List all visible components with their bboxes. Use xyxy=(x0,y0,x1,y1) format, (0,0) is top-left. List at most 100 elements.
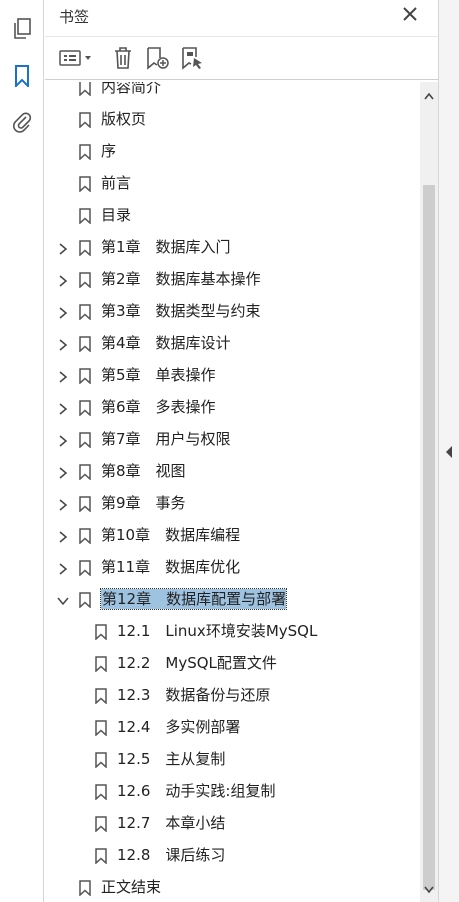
bookmark-item[interactable]: 第7章 用户与权限 xyxy=(45,424,419,456)
bookmark-selection-icon[interactable] xyxy=(179,45,207,71)
attachment-icon[interactable] xyxy=(10,110,34,134)
chevron-right-icon[interactable] xyxy=(56,465,70,479)
chevron-right-icon[interactable] xyxy=(56,529,70,543)
chevron-right-icon[interactable] xyxy=(56,401,70,415)
bookmark-item[interactable]: 第11章 数据库优化 xyxy=(45,552,419,584)
bookmark-label[interactable]: 12.1 Linux环境安装MySQL xyxy=(117,621,317,641)
panel-collapse-strip[interactable] xyxy=(438,0,459,902)
bookmark-subitem[interactable]: 12.7 本章小结 xyxy=(45,808,419,840)
chevron-right-icon[interactable] xyxy=(56,369,70,383)
close-icon[interactable] xyxy=(400,4,420,24)
bookmark-label[interactable]: 序 xyxy=(101,141,116,161)
bookmark-subitem[interactable]: 12.1 Linux环境安装MySQL xyxy=(45,616,419,648)
bookmark-label[interactable]: 12.7 本章小结 xyxy=(117,813,225,833)
bookmark-item[interactable]: 第6章 多表操作 xyxy=(45,392,419,424)
bookmark-subitem[interactable]: 12.6 动手实践:组复制 xyxy=(45,776,419,808)
bookmark-label[interactable]: 12.8 课后练习 xyxy=(117,845,225,865)
bookmark-label[interactable]: 第10章 数据库编程 xyxy=(101,525,240,545)
bookmark-label[interactable]: 第3章 数据类型与约束 xyxy=(101,301,261,321)
bookmark-icon xyxy=(79,272,91,289)
scrollbar-thumb[interactable] xyxy=(423,185,435,890)
bookmark-label[interactable]: 正文结束 xyxy=(101,877,161,897)
options-menu-icon[interactable] xyxy=(57,45,97,71)
chevron-right-icon[interactable] xyxy=(56,241,70,255)
bookmark-label[interactable]: 第9章 事务 xyxy=(101,493,186,513)
bookmark-item[interactable]: 第1章 数据库入门 xyxy=(45,232,419,264)
bookmark-item[interactable]: 第5章 单表操作 xyxy=(45,360,419,392)
chevron-right-icon[interactable] xyxy=(56,337,70,351)
bookmark-label[interactable]: 内容简介 xyxy=(101,82,161,97)
new-bookmark-icon[interactable] xyxy=(144,45,172,71)
bookmark-label[interactable]: 前言 xyxy=(101,173,131,193)
bookmark-item[interactable]: 第10章 数据库编程 xyxy=(45,520,419,552)
bookmark-item[interactable]: 第2章 数据库基本操作 xyxy=(45,264,419,296)
pages-icon[interactable] xyxy=(10,17,34,41)
collapse-panel-icon[interactable] xyxy=(444,444,454,458)
bookmark-label[interactable]: 12.4 多实例部署 xyxy=(117,717,240,737)
bookmark-subitem[interactable]: 12.5 主从复制 xyxy=(45,744,419,776)
bookmark-item[interactable]: 目录 xyxy=(45,200,419,232)
panel-title: 书签 xyxy=(59,8,90,26)
bookmark-label[interactable]: 第1章 数据库入门 xyxy=(101,237,231,257)
bookmark-label[interactable]: 12.6 动手实践:组复制 xyxy=(117,781,275,801)
chevron-right-icon[interactable] xyxy=(56,273,70,287)
bookmark-icon xyxy=(79,400,91,417)
bookmark-label[interactable]: 第12章 数据库配置与部署 xyxy=(99,588,288,610)
chevron-down-icon[interactable] xyxy=(56,593,70,607)
chevron-right-icon[interactable] xyxy=(56,497,70,511)
bookmark-icon xyxy=(79,464,91,481)
bookmark-label[interactable]: 第8章 视图 xyxy=(101,461,186,481)
bookmark-label[interactable]: 第11章 数据库优化 xyxy=(101,557,240,577)
bookmark-label[interactable]: 第5章 单表操作 xyxy=(101,365,216,385)
bookmark-tree: 内容简介版权页序前言目录第1章 数据库入门第2章 数据库基本操作 第3章 数据类型… xyxy=(45,82,419,902)
bookmark-subitem[interactable]: 12.4 多实例部署 xyxy=(45,712,419,744)
bookmark-item[interactable]: 第8章 视图 xyxy=(45,456,419,488)
bookmark-item[interactable]: 内容简介 xyxy=(45,82,419,104)
bookmark-label[interactable]: 第6章 多表操作 xyxy=(101,397,216,417)
bookmark-label[interactable]: 12.2 MySQL配置文件 xyxy=(117,653,277,673)
bookmark-icon xyxy=(79,592,91,609)
vertical-scrollbar[interactable] xyxy=(420,82,438,902)
bookmark-item[interactable]: 前言 xyxy=(45,168,419,200)
chevron-right-icon[interactable] xyxy=(56,433,70,447)
bookmark-icon xyxy=(95,784,107,801)
bookmark-item[interactable]: 第3章 数据类型与约束 xyxy=(45,296,419,328)
bookmark-label[interactable]: 12.3 数据备份与还原 xyxy=(117,685,270,705)
bookmark-icon xyxy=(79,112,91,129)
scroll-up-icon[interactable] xyxy=(420,88,438,104)
bookmark-label[interactable]: 第4章 数据库设计 xyxy=(101,333,231,353)
bookmark-label[interactable]: 版权页 xyxy=(101,109,146,129)
trash-icon[interactable] xyxy=(111,45,135,71)
bookmark-icon[interactable] xyxy=(10,64,34,88)
bookmark-icon xyxy=(79,880,91,897)
bookmark-item[interactable]: 序 xyxy=(45,136,419,168)
bookmark-item[interactable]: 版权页 xyxy=(45,104,419,136)
bookmark-label[interactable]: 12.5 主从复制 xyxy=(117,749,225,769)
bookmark-subitem[interactable]: 12.8 课后练习 xyxy=(45,840,419,872)
bookmark-item[interactable]: 第9章 事务 xyxy=(45,488,419,520)
bookmark-item[interactable]: 第12章 数据库配置与部署 xyxy=(45,584,419,616)
bookmark-icon xyxy=(95,848,107,865)
bookmark-subitem[interactable]: 12.3 数据备份与还原 xyxy=(45,680,419,712)
bookmark-icon xyxy=(95,720,107,737)
chevron-right-icon[interactable] xyxy=(56,305,70,319)
bookmark-icon xyxy=(79,432,91,449)
bookmark-item[interactable]: 第4章 数据库设计 xyxy=(45,328,419,360)
bookmark-label[interactable]: 第7章 用户与权限 xyxy=(101,429,231,449)
bookmark-icon xyxy=(95,816,107,833)
bookmark-icon xyxy=(95,688,107,705)
bookmarks-panel: 书签 内容简介版权页序前言目录第1章 数据库入门第2章 数据库基本操作 第3章 数… xyxy=(45,0,438,902)
bookmark-subitem[interactable]: 12.2 MySQL配置文件 xyxy=(45,648,419,680)
bookmark-icon xyxy=(79,496,91,513)
scroll-down-icon[interactable] xyxy=(420,882,438,898)
bookmark-item[interactable]: 正文结束 xyxy=(45,872,419,902)
left-navigation-rail xyxy=(0,0,44,902)
bookmark-label[interactable]: 第2章 数据库基本操作 xyxy=(101,269,261,289)
bookmark-icon xyxy=(79,560,91,577)
bookmark-icon xyxy=(79,144,91,161)
bookmark-label[interactable]: 目录 xyxy=(101,205,131,225)
bookmark-icon xyxy=(79,82,91,97)
bookmark-icon xyxy=(79,208,91,225)
bookmarks-toolbar xyxy=(45,36,438,80)
chevron-right-icon[interactable] xyxy=(56,561,70,575)
